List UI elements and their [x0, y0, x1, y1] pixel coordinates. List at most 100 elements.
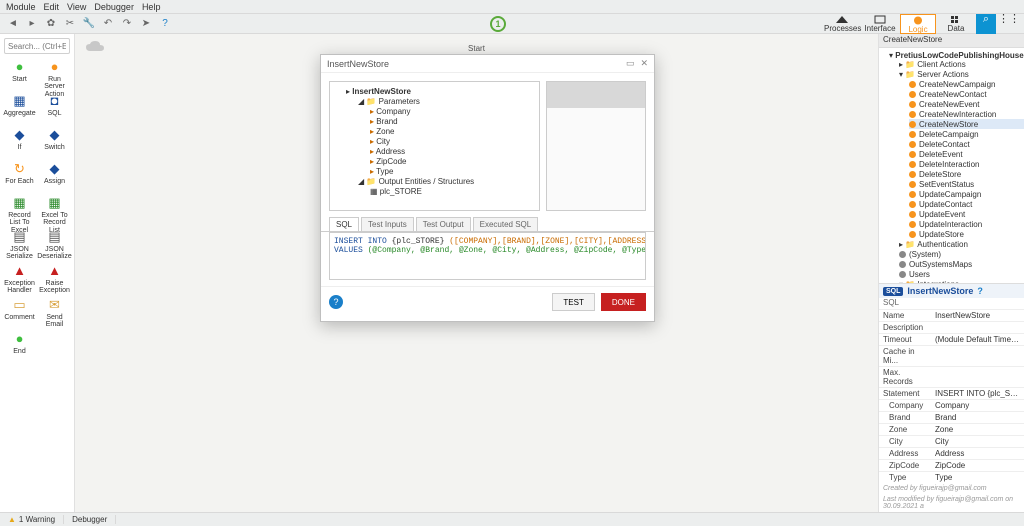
prop-timeout[interactable]: Timeout(Module Default Timeout)	[879, 333, 1024, 345]
toolbox-start[interactable]: ●Start	[2, 58, 37, 92]
gear-icon[interactable]: ✿	[44, 17, 58, 31]
tab-executed-sql[interactable]: Executed SQL	[473, 217, 539, 231]
dialog-tabs: SQL Test Inputs Test Output Executed SQL	[321, 217, 654, 232]
tab-interface[interactable]: Interface	[862, 14, 898, 34]
param-address[interactable]: ▸ Address	[370, 147, 535, 156]
menu-debugger[interactable]: Debugger	[94, 2, 134, 12]
toolbox-excel2rl[interactable]: ▦Excel To Record List	[37, 194, 72, 228]
action-seteventstatus[interactable]: SetEventStatus	[909, 179, 1024, 189]
toolbox-aggregate[interactable]: ▦Aggregate	[2, 92, 37, 126]
prop-name[interactable]: NameInsertNewStore	[879, 309, 1024, 321]
action-deleteinteraction[interactable]: DeleteInteraction	[909, 159, 1024, 169]
properties-panel: SQLInsertNewStore ? SQL NameInsertNewSto…	[879, 283, 1024, 512]
wrench-icon[interactable]: 🔧	[82, 17, 96, 31]
tab-test-inputs[interactable]: Test Inputs	[361, 217, 414, 231]
tab-logic[interactable]: Logic	[900, 14, 936, 34]
action-deletestore[interactable]: DeleteStore	[909, 169, 1024, 179]
close-icon[interactable]: ✕	[640, 58, 648, 69]
action-deleteevent[interactable]: DeleteEvent	[909, 149, 1024, 159]
menu-view[interactable]: View	[67, 2, 86, 12]
prop-param-city[interactable]: CityCity	[879, 435, 1024, 447]
undo-icon[interactable]: ↶	[101, 17, 115, 31]
action-updatecampaign[interactable]: UpdateCampaign	[909, 189, 1024, 199]
ref-system[interactable]: (System)	[899, 250, 1024, 260]
scissors-icon[interactable]: ✂	[63, 17, 77, 31]
prop-maxrecords[interactable]: Max. Records	[879, 366, 1024, 387]
maximize-icon[interactable]: ▭	[626, 58, 635, 69]
redo-icon[interactable]: ↷	[120, 17, 134, 31]
action-updatestore[interactable]: UpdateStore	[909, 229, 1024, 239]
prop-param-type[interactable]: TypeType	[879, 471, 1024, 483]
toolbox-raise[interactable]: ▲Raise Exception	[37, 262, 72, 296]
param-zipcode[interactable]: ▸ ZipCode	[370, 157, 535, 166]
prop-description[interactable]: Description	[879, 321, 1024, 333]
back-icon[interactable]: ◄	[6, 17, 20, 31]
prop-param-zipcode[interactable]: ZipCodeZipCode	[879, 459, 1024, 471]
tab-test-output[interactable]: Test Output	[416, 217, 471, 231]
search-button[interactable]: ⌕	[976, 14, 996, 34]
toolbox-rl2excel[interactable]: ▦Record List To Excel	[2, 194, 37, 228]
done-button[interactable]: DONE	[601, 293, 646, 311]
menu-help[interactable]: Help	[142, 2, 161, 12]
help-icon[interactable]: ?	[158, 17, 172, 31]
prop-cacheinmi[interactable]: Cache in Mi...	[879, 345, 1024, 366]
flow-canvas[interactable]: Start InsertNewStore SQL End InsertNewSt…	[75, 34, 878, 512]
cloud-icon	[85, 40, 105, 57]
toolbox-foreach[interactable]: ↻For Each	[2, 160, 37, 194]
param-zone[interactable]: ▸ Zone	[370, 127, 535, 136]
toolbox-jsondes[interactable]: ▤JSON Deserialize	[37, 228, 72, 262]
toolbox-if[interactable]: ◆If	[2, 126, 37, 160]
warnings-tab[interactable]: ▲1 Warning	[0, 515, 64, 524]
tab-sql[interactable]: SQL	[329, 217, 359, 231]
toolbox-runserver[interactable]: ●Run Server Action	[37, 58, 72, 92]
toolbox-email[interactable]: ✉Send Email	[37, 296, 72, 330]
tab-data[interactable]: Data	[938, 14, 974, 34]
toolbox-search-input[interactable]	[4, 38, 70, 54]
arrow-icon[interactable]: ➤	[139, 17, 153, 31]
tab-processes[interactable]: Processes	[824, 14, 860, 34]
action-createnewcampaign[interactable]: CreateNewCampaign	[909, 79, 1024, 89]
menu-edit[interactable]: Edit	[44, 2, 60, 12]
action-updatecontact[interactable]: UpdateContact	[909, 199, 1024, 209]
apps-button[interactable]: ⋮⋮⋮	[998, 14, 1018, 34]
dialog-help-icon[interactable]: ?	[329, 295, 343, 309]
param-company[interactable]: ▸ Company	[370, 107, 535, 116]
action-createnewcontact[interactable]: CreateNewContact	[909, 89, 1024, 99]
toolbox-sql[interactable]: ◘SQL	[37, 92, 72, 126]
param-city[interactable]: ▸ City	[370, 137, 535, 146]
param-type[interactable]: ▸ Type	[370, 167, 535, 176]
action-deletecampaign[interactable]: DeleteCampaign	[909, 129, 1024, 139]
info-icon[interactable]: ?	[977, 286, 983, 296]
sql-editor[interactable]: INSERT INTO {plc_STORE} ([COMPANY],[BRAN…	[329, 232, 646, 280]
output-plc_store[interactable]: ▦ plc_STORE	[370, 187, 535, 196]
toolbox-switch[interactable]: ◆Switch	[37, 126, 72, 160]
forward-icon[interactable]: ▸	[25, 17, 39, 31]
action-deletecontact[interactable]: DeleteContact	[909, 139, 1024, 149]
action-createnewstore[interactable]: CreateNewStore	[909, 119, 1024, 129]
prop-param-company[interactable]: CompanyCompany	[879, 399, 1024, 411]
dialog-tree[interactable]: ▸ InsertNewStore ◢ 📁 Parameters ▸ Compan…	[329, 81, 540, 211]
test-button[interactable]: TEST	[552, 293, 594, 311]
logic-tree[interactable]: ▾ PretiusLowCodePublishingHouseData ▸ 📁C…	[879, 48, 1024, 283]
toolbox-end[interactable]: ●End	[2, 330, 37, 364]
prop-param-address[interactable]: AddressAddress	[879, 447, 1024, 459]
action-createnewinteraction[interactable]: CreateNewInteraction	[909, 109, 1024, 119]
ref-users[interactable]: Users	[899, 270, 1024, 280]
ref-outsystemsmaps[interactable]: OutSystemsMaps	[899, 260, 1024, 270]
menu-module[interactable]: Module	[6, 2, 36, 12]
prop-param-zone[interactable]: ZoneZone	[879, 423, 1024, 435]
toolbox-jsonser[interactable]: ▤JSON Serialize	[2, 228, 37, 262]
action-updateinteraction[interactable]: UpdateInteraction	[909, 219, 1024, 229]
toolbox-exch[interactable]: ▲Exception Handler	[2, 262, 37, 296]
toolbox-comment[interactable]: ▭Comment	[2, 296, 37, 330]
sql-icon: SQL	[883, 287, 903, 296]
action-updateevent[interactable]: UpdateEvent	[909, 209, 1024, 219]
debugger-tab[interactable]: Debugger	[64, 515, 116, 524]
publish-badge[interactable]: 1	[490, 16, 506, 32]
prop-statement[interactable]: StatementINSERT INTO {plc_STORE} ([C...	[879, 387, 1024, 399]
param-brand[interactable]: ▸ Brand	[370, 117, 535, 126]
action-createnewevent[interactable]: CreateNewEvent	[909, 99, 1024, 109]
breadcrumb[interactable]: CreateNewStore	[879, 34, 1024, 48]
prop-param-brand[interactable]: BrandBrand	[879, 411, 1024, 423]
toolbox-assign[interactable]: ◆Assign	[37, 160, 72, 194]
